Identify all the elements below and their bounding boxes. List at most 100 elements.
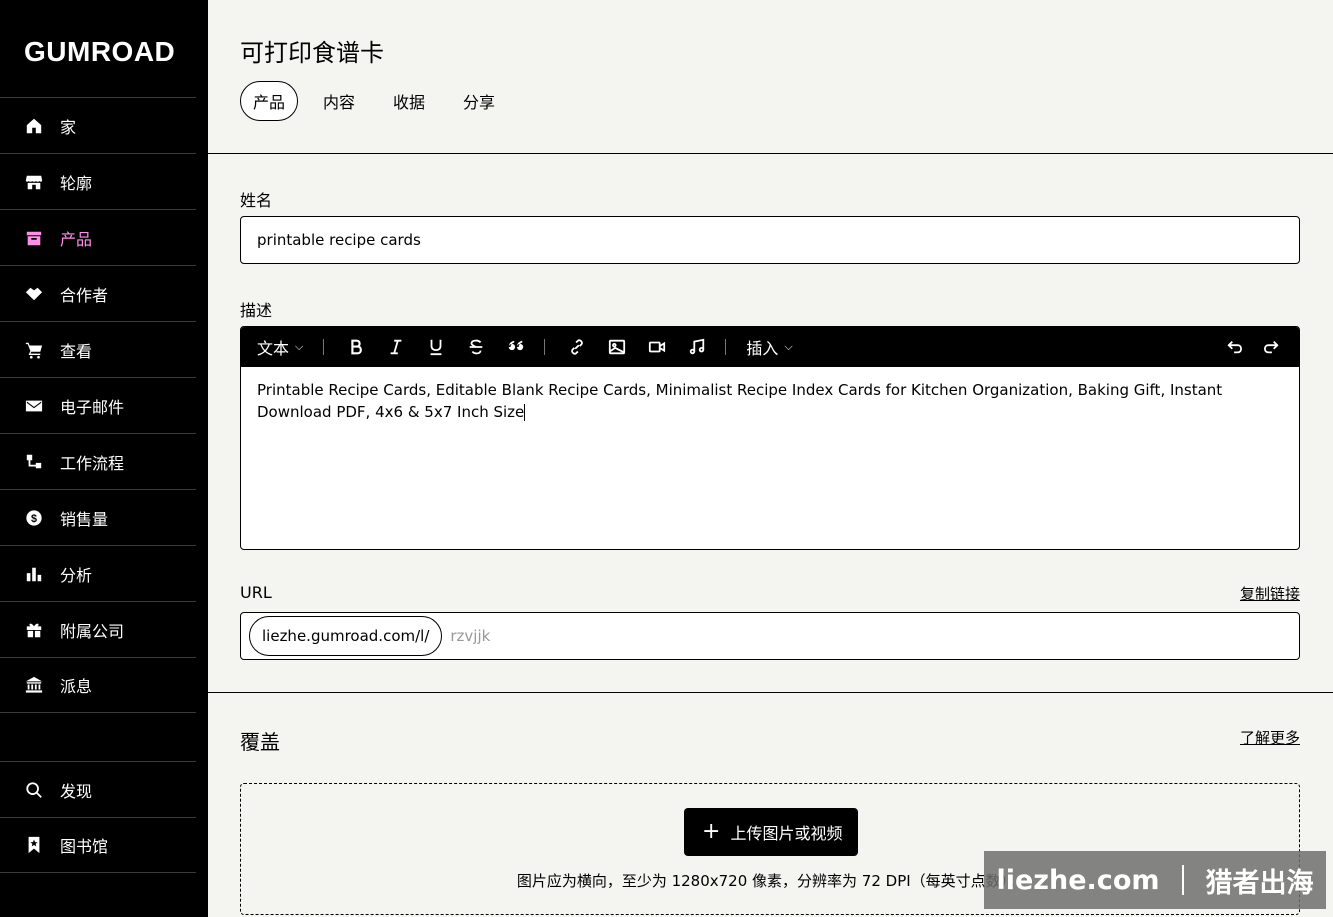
url-label: URL (240, 583, 272, 602)
home-icon (24, 116, 44, 136)
toolbar-separator (323, 339, 325, 355)
quote-button[interactable] (504, 335, 528, 359)
italic-button[interactable] (384, 335, 408, 359)
plus-icon: + (702, 819, 721, 844)
tab-product[interactable]: 产品 (240, 81, 299, 121)
gift-icon (24, 620, 44, 640)
sidebar-item-label: 分析 (60, 565, 93, 585)
description-text: Printable Recipe Cards, Editable Blank R… (257, 381, 1223, 421)
tab-receipt[interactable]: 收据 (380, 81, 438, 121)
sidebar-item-checkout[interactable]: 查看 (0, 321, 196, 377)
sidebar-item-label: 轮廓 (60, 173, 93, 193)
section-divider (208, 692, 1333, 693)
sidebar-bottom-nav: 发现 图书馆 (0, 761, 196, 873)
main-content: 姓名 printable recipe cards 描述 文本 ⌵ 插入 ⌵ P… (208, 154, 1333, 917)
store-icon (24, 172, 44, 192)
sidebar: GUMROAD 家 轮廓 产品 合作者 查看 电子邮件 工作流程 $ 销售量 分… (0, 0, 208, 917)
audio-button[interactable] (685, 335, 709, 359)
url-prefix: liezhe.gumroad.com/l/ (249, 616, 443, 656)
name-input[interactable]: printable recipe cards (240, 216, 1300, 264)
bank-icon (24, 675, 44, 695)
sidebar-item-label: 查看 (60, 341, 93, 361)
sidebar-item-label: 发现 (60, 781, 93, 801)
sidebar-item-affiliates[interactable]: 附属公司 (0, 601, 196, 657)
quote-icon (509, 340, 524, 351)
envelope-icon (24, 396, 44, 416)
chevron-down-icon: ⌵ (784, 340, 793, 353)
sidebar-item-workflows[interactable]: 工作流程 (0, 433, 196, 489)
italic-icon (390, 339, 402, 355)
search-icon (24, 780, 44, 800)
redo-icon (1264, 340, 1279, 354)
image-icon (609, 339, 626, 355)
bold-icon (351, 339, 363, 355)
sidebar-item-analytics[interactable]: 分析 (0, 545, 196, 601)
learn-more-link[interactable]: 了解更多 (1240, 727, 1300, 748)
strikethrough-icon (470, 339, 483, 355)
sidebar-item-discover[interactable]: 发现 (0, 761, 196, 817)
redo-button[interactable] (1259, 335, 1283, 359)
sidebar-item-sales[interactable]: $ 销售量 (0, 489, 196, 545)
sidebar-item-payouts[interactable]: 派息 (0, 657, 196, 713)
workflow-icon (24, 452, 44, 472)
sidebar-item-label: 产品 (60, 229, 93, 249)
sidebar-item-label: 工作流程 (60, 453, 125, 473)
gumroad-logo[interactable]: GUMROAD (24, 36, 175, 68)
bookmark-icon (24, 835, 44, 855)
watermark-brand: 猎者出海 (1205, 867, 1314, 899)
sidebar-item-emails[interactable]: 电子邮件 (0, 377, 196, 433)
image-button[interactable] (605, 335, 629, 359)
sidebar-item-label: 销售量 (60, 509, 109, 529)
strikethrough-button[interactable] (464, 335, 488, 359)
cover-section-title: 覆盖 (240, 730, 280, 754)
name-input-value: printable recipe cards (257, 231, 421, 249)
upload-media-button[interactable]: + 上传图片或视频 (684, 808, 859, 856)
toolbar-separator (544, 339, 546, 355)
upload-button-label: 上传图片或视频 (730, 824, 843, 843)
cart-icon (24, 340, 44, 360)
sidebar-item-profile[interactable]: 轮廓 (0, 153, 196, 209)
history-controls (1215, 335, 1287, 359)
description-label: 描述 (240, 301, 273, 320)
sidebar-item-label: 派息 (60, 677, 93, 696)
sidebar-item-label: 家 (60, 117, 77, 137)
insert-dropdown[interactable]: 插入 ⌵ (746, 335, 792, 359)
text-style-label: 文本 (257, 339, 290, 358)
video-button[interactable] (645, 335, 669, 359)
sidebar-item-label: 电子邮件 (60, 397, 125, 417)
text-cursor (524, 404, 526, 421)
chevron-down-icon: ⌵ (295, 340, 304, 353)
bar-chart-icon (24, 564, 44, 584)
sidebar-item-products[interactable]: 产品 (0, 209, 196, 265)
handshake-icon (24, 284, 44, 304)
page-title: 可打印食谱卡 (240, 39, 384, 67)
url-slug-input[interactable]: rzvjjk (450, 627, 490, 645)
copy-link-button[interactable]: 复制链接 (1240, 583, 1300, 604)
video-icon (649, 341, 666, 353)
url-field[interactable]: liezhe.gumroad.com/l/ rzvjjk (240, 612, 1300, 660)
description-text-area[interactable]: Printable Recipe Cards, Editable Blank R… (241, 367, 1299, 435)
tab-content[interactable]: 内容 (310, 81, 368, 121)
svg-text:$: $ (31, 513, 37, 525)
sidebar-item-label: 附属公司 (60, 621, 125, 641)
tab-share[interactable]: 分享 (450, 81, 508, 121)
sidebar-item-label: 合作者 (60, 285, 109, 305)
text-style-dropdown[interactable]: 文本 ⌵ (257, 335, 303, 359)
underline-button[interactable] (424, 335, 448, 359)
watermark-separator (1181, 865, 1184, 895)
link-icon (571, 339, 584, 355)
editor-toolbar: 文本 ⌵ 插入 ⌵ (241, 327, 1299, 367)
sidebar-item-library[interactable]: 图书馆 (0, 817, 196, 873)
undo-button[interactable] (1223, 335, 1247, 359)
link-button[interactable] (565, 335, 589, 359)
dollar-icon: $ (24, 508, 44, 528)
description-editor: 文本 ⌵ 插入 ⌵ Printable Recipe Cards, Editab… (240, 326, 1300, 550)
insert-label: 插入 (746, 339, 779, 358)
archive-icon (24, 228, 44, 248)
toolbar-separator (725, 339, 727, 355)
sidebar-item-collaborators[interactable]: 合作者 (0, 265, 196, 321)
bold-button[interactable] (344, 335, 368, 359)
sidebar-nav: 家 轮廓 产品 合作者 查看 电子邮件 工作流程 $ 销售量 分析 附属公司 派… (0, 97, 196, 713)
sidebar-item-home[interactable]: 家 (0, 97, 196, 153)
music-note-icon (690, 338, 705, 355)
